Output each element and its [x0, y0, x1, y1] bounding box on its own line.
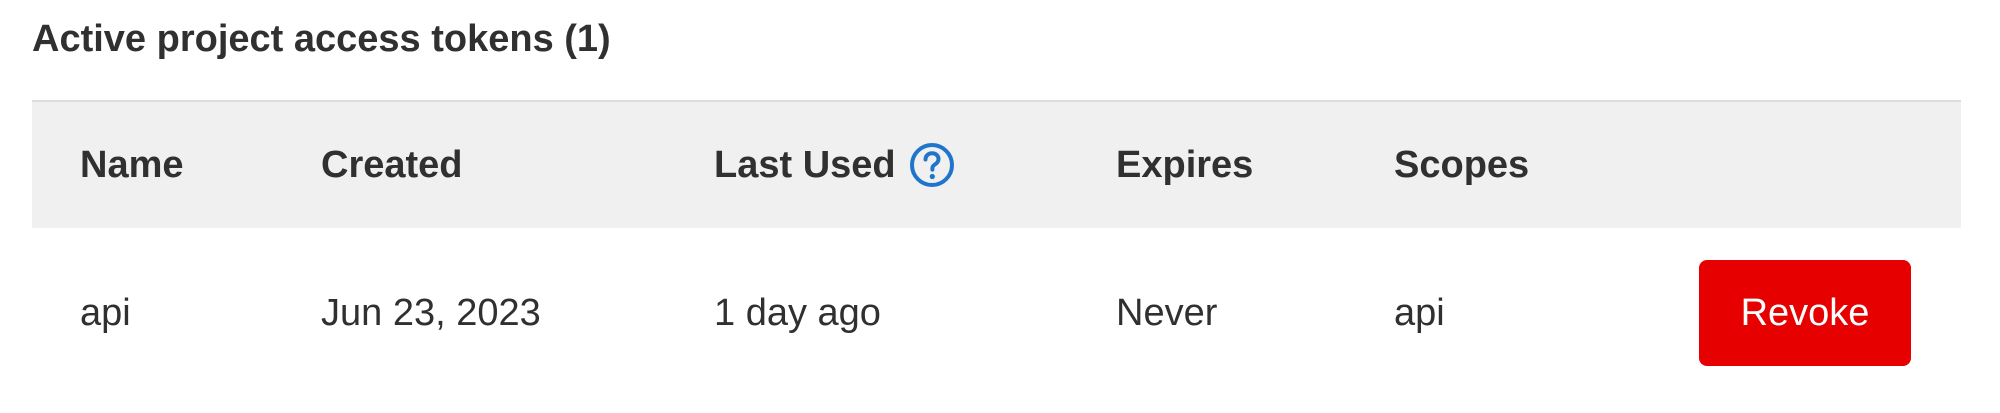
column-header-name: Name [80, 143, 184, 186]
token-expires: Never [1116, 291, 1218, 334]
column-header-created: Created [321, 143, 463, 186]
column-header-last-used: Last Used [714, 102, 956, 228]
revoke-button[interactable]: Revoke [1699, 260, 1911, 366]
section-title: Active project access tokens (1) [32, 18, 611, 60]
token-name: api [80, 291, 131, 334]
table-header-row: Name Created Last Used Expires Scopes [32, 100, 1961, 228]
table-row: api Jun 23, 2023 1 day ago Never api Rev… [32, 228, 1961, 398]
tokens-table: Name Created Last Used Expires Scopes ap… [32, 100, 1961, 398]
active-tokens-section: Active project access tokens (1) Name Cr… [0, 0, 2000, 413]
question-circle-icon[interactable] [908, 141, 956, 189]
token-last-used: 1 day ago [714, 291, 881, 334]
token-scopes: api [1394, 291, 1445, 334]
column-header-last-used-label: Last Used [714, 143, 896, 186]
token-created-date: Jun 23, 2023 [321, 291, 541, 334]
column-header-scopes: Scopes [1394, 143, 1530, 186]
column-header-expires: Expires [1116, 143, 1254, 186]
token-actions: Revoke [1699, 228, 1911, 398]
